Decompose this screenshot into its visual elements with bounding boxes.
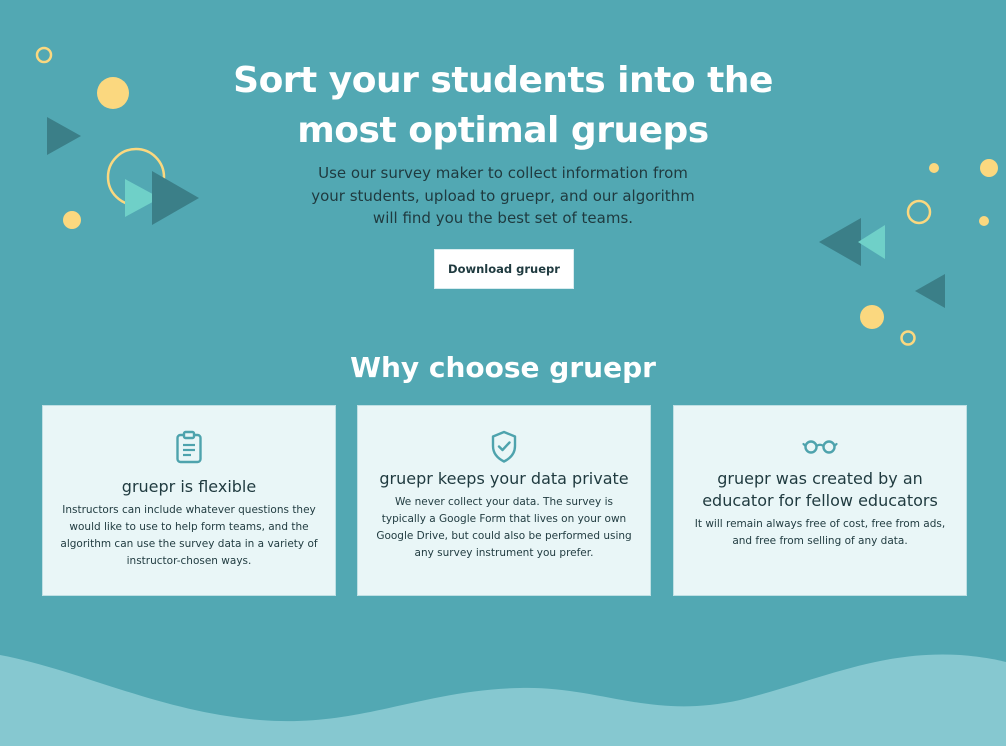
triangle-light-decoration <box>858 225 885 259</box>
section-title: Why choose gruepr <box>350 351 656 384</box>
bottom-wave <box>0 654 1006 746</box>
ring-decoration <box>906 199 932 225</box>
glasses-icon <box>802 440 838 454</box>
card-title: gruepr is flexible <box>121 477 257 496</box>
triangle-decoration <box>819 218 861 266</box>
card-body: It will remain always free of cost, free… <box>694 518 946 547</box>
triangle-decoration <box>915 274 945 308</box>
card-title: gruepr keeps your data private <box>379 469 629 488</box>
feature-card-educators: gruepr was created by an educator for fe… <box>673 405 967 596</box>
ring-decoration <box>900 330 916 346</box>
hero-title-line1: Sort your students into the <box>233 60 773 101</box>
hero-title: Sort your students into the most optimal… <box>0 56 1006 156</box>
dot-decoration <box>980 159 998 177</box>
feature-card-private: gruepr keeps your data private We never … <box>357 405 651 596</box>
dot-decoration <box>860 305 884 329</box>
hero-subtitle: Use our survey maker to collect informat… <box>311 164 695 227</box>
shield-check-icon <box>491 430 517 463</box>
card-body: We never collect your data. The survey i… <box>376 496 632 559</box>
clipboard-icon <box>176 430 202 464</box>
ring-large-decoration <box>106 147 166 207</box>
dot-decoration <box>929 163 939 173</box>
dot-decoration <box>63 211 81 229</box>
download-button[interactable]: Download gruepr <box>434 249 574 289</box>
card-body: Instructors can include whatever questio… <box>60 504 318 567</box>
feature-card-flexible: gruepr is flexible Instructors can inclu… <box>42 405 336 596</box>
triangle-decoration <box>152 171 199 225</box>
dot-decoration <box>979 216 989 226</box>
triangle-light-decoration <box>125 179 160 217</box>
card-title: gruepr was created by an educator for fe… <box>702 469 938 510</box>
hero-title-line2: most optimal grueps <box>297 110 709 151</box>
